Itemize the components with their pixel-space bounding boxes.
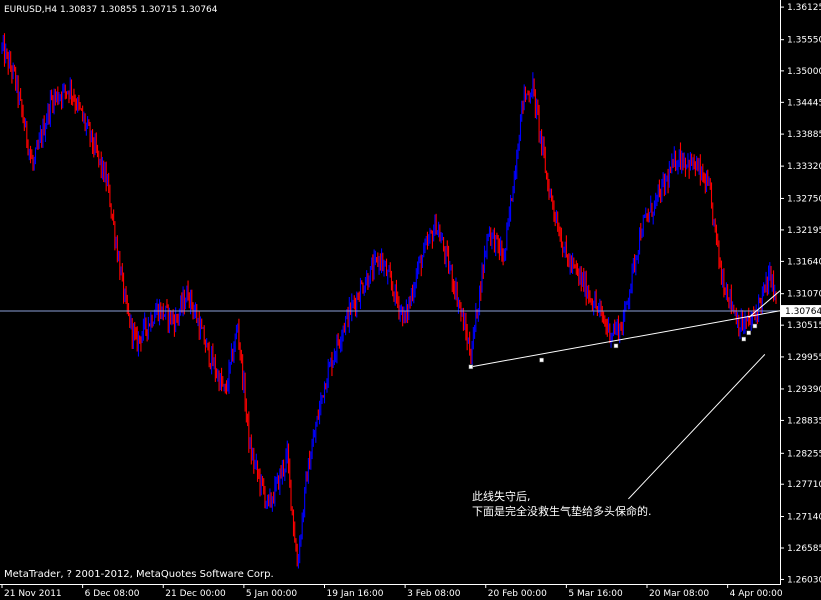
price-chart[interactable]: 1.36125 1.35550 1.35000 1.34445 1.33885 1.333… (0, 0, 821, 600)
time-tick-label: 5 Jan 00:00 (246, 589, 298, 599)
price-tick-label: 1.27710 (787, 480, 821, 490)
high-value: 1.30855 (100, 5, 138, 15)
trendline-anchor[interactable] (613, 343, 619, 349)
current-price-label: 1.30764 (785, 307, 821, 317)
price-tick-label: 1.33320 (787, 162, 821, 172)
time-tick-label: 19 Jan 16:00 (327, 589, 384, 599)
time-tick-label: 20 Mar 08:00 (649, 589, 709, 599)
trendline-anchor[interactable] (741, 336, 746, 342)
price-tick-label: 1.36125 (787, 3, 821, 13)
time-tick-label: 21 Nov 2011 (4, 589, 62, 599)
price-tick-label: 1.30515 (787, 321, 821, 331)
trendline-anchor[interactable] (746, 330, 751, 336)
trendline-anchor[interactable] (539, 357, 544, 363)
time-tick-label: 21 Dec 00:00 (165, 589, 226, 599)
price-axis-background (780, 0, 821, 600)
price-tick-label: 1.26030 (787, 575, 821, 585)
price-tick-label: 1.32195 (787, 226, 821, 236)
time-tick-label: 4 Apr 00:00 (730, 589, 783, 599)
price-tick-label: 1.29955 (787, 353, 821, 363)
price-tick-label: 1.33885 (787, 130, 821, 140)
time-tick-label: 5 Mar 16:00 (568, 589, 623, 599)
price-tick-label: 1.32750 (787, 194, 821, 204)
price-tick-label: 1.31640 (787, 257, 821, 267)
price-tick-label: 1.31070 (787, 290, 821, 300)
price-tick-label: 1.28255 (787, 449, 821, 459)
low-value: 1.30715 (140, 5, 178, 15)
trendline-anchor[interactable] (752, 323, 758, 329)
time-tick-label: 6 Dec 08:00 (85, 589, 140, 599)
trendline-anchor[interactable] (468, 364, 474, 370)
price-tick-label: 1.28835 (787, 416, 821, 426)
price-tick-label: 1.29390 (787, 385, 821, 395)
open-value: 1.30837 (60, 5, 98, 15)
price-tick-label: 1.34445 (787, 98, 821, 108)
symbol-header: EURUSD,H4 1.30837 1.30855 1.30715 1.3076… (4, 5, 218, 15)
copyright-text: MetaTrader, ? 2001-2012, MetaQuotes Soft… (4, 569, 274, 580)
price-tick-label: 1.35000 (787, 67, 821, 77)
symbol-label: EURUSD,H4 (4, 5, 58, 15)
price-tick-label: 1.26585 (787, 544, 821, 554)
annotation-text: 此线失守后, 下面是完全没救生气垫给多头保命的. (472, 489, 652, 519)
annotation-line-1: 此线失守后, (472, 490, 531, 503)
time-tick-label: 3 Feb 08:00 (407, 589, 461, 599)
price-tick-label: 1.35550 (787, 36, 821, 46)
price-axis: 1.36125 1.35550 1.35000 1.34445 1.33885 1.333… (780, 0, 821, 600)
price-tick-label: 1.27140 (787, 513, 821, 523)
time-tick-label: 20 Feb 00:00 (488, 589, 547, 599)
close-value: 1.30764 (180, 5, 218, 15)
annotation-line-2: 下面是完全没救生气垫给多头保命的. (472, 505, 652, 518)
